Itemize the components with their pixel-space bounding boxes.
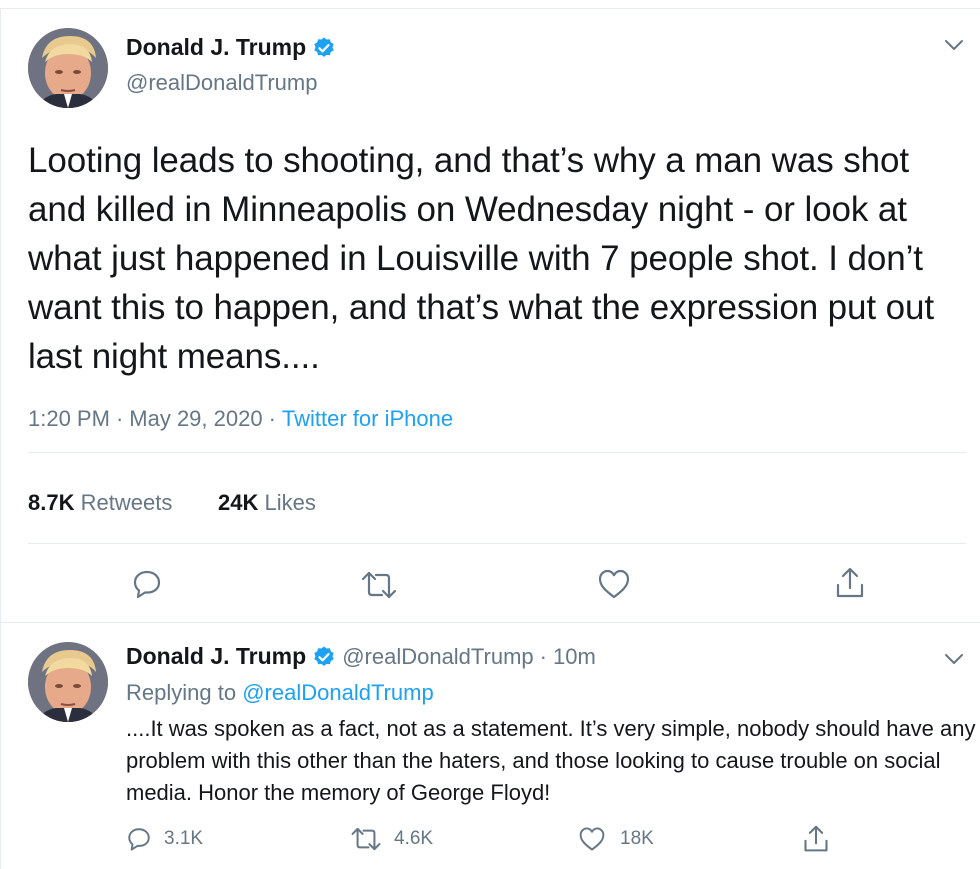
- retweet-icon[interactable]: [360, 570, 398, 600]
- divider: [28, 543, 966, 544]
- dot-separator: ·: [539, 643, 547, 669]
- top-border: [0, 8, 980, 9]
- divider: [0, 622, 980, 623]
- share-icon[interactable]: [802, 824, 830, 854]
- left-border: [0, 8, 1, 869]
- reply-count: 3.1K: [164, 828, 204, 849]
- retweets-stat[interactable]: 8.7K Retweets: [28, 490, 172, 516]
- reply-icon: [126, 826, 152, 852]
- likes-count: 24K: [218, 490, 259, 515]
- chevron-down-icon[interactable]: [944, 652, 964, 666]
- reply-like-button[interactable]: 18K: [578, 826, 654, 852]
- reply-author-name[interactable]: Donald J. Trump: [126, 643, 306, 670]
- tweet-date[interactable]: May 29, 2020: [129, 406, 262, 431]
- reply-text: ....It was spoken as a fact, not as a st…: [126, 716, 976, 805]
- verified-badge-icon: [312, 36, 336, 60]
- avatar[interactable]: [28, 28, 108, 108]
- retweets-label: Retweets: [80, 490, 173, 515]
- reply-retweet-button[interactable]: 4.6K: [350, 826, 433, 852]
- author-handle[interactable]: @realDonaldTrump: [126, 70, 317, 96]
- reply-age[interactable]: 10m: [553, 644, 596, 670]
- heart-icon[interactable]: [597, 568, 631, 600]
- retweet-icon: [350, 826, 382, 852]
- heart-icon: [578, 826, 606, 852]
- author-name[interactable]: Donald J. Trump: [126, 34, 306, 61]
- likes-label: Likes: [264, 490, 316, 515]
- tweet-time[interactable]: 1:20 PM: [28, 406, 110, 431]
- retweet-count: 4.6K: [394, 828, 434, 849]
- chevron-down-icon[interactable]: [944, 38, 964, 52]
- divider: [28, 452, 966, 453]
- tweet-text: Looting leads to shooting, and that’s wh…: [28, 141, 935, 376]
- replying-to-link[interactable]: @realDonaldTrump: [242, 680, 433, 705]
- replying-to-line: Replying to @realDonaldTrump: [126, 680, 434, 706]
- likes-stat[interactable]: 24K Likes: [218, 490, 316, 516]
- tweet-meta: 1:20 PM · May 29, 2020 · Twitter for iPhone: [28, 406, 454, 431]
- retweets-count: 8.7K: [28, 490, 75, 515]
- reply-icon[interactable]: [131, 568, 163, 600]
- like-count: 18K: [620, 828, 654, 849]
- reply-author-handle[interactable]: @realDonaldTrump: [342, 644, 533, 670]
- avatar[interactable]: [28, 642, 108, 722]
- share-icon[interactable]: [834, 566, 866, 600]
- tweet-source-link[interactable]: Twitter for iPhone: [282, 406, 453, 431]
- reply-reply-button[interactable]: 3.1K: [126, 826, 203, 852]
- verified-badge-icon: [312, 645, 336, 669]
- reply-header: Donald J. Trump @realDonaldTrump · 10m: [126, 643, 596, 670]
- replying-to-prefix: Replying to: [126, 680, 237, 705]
